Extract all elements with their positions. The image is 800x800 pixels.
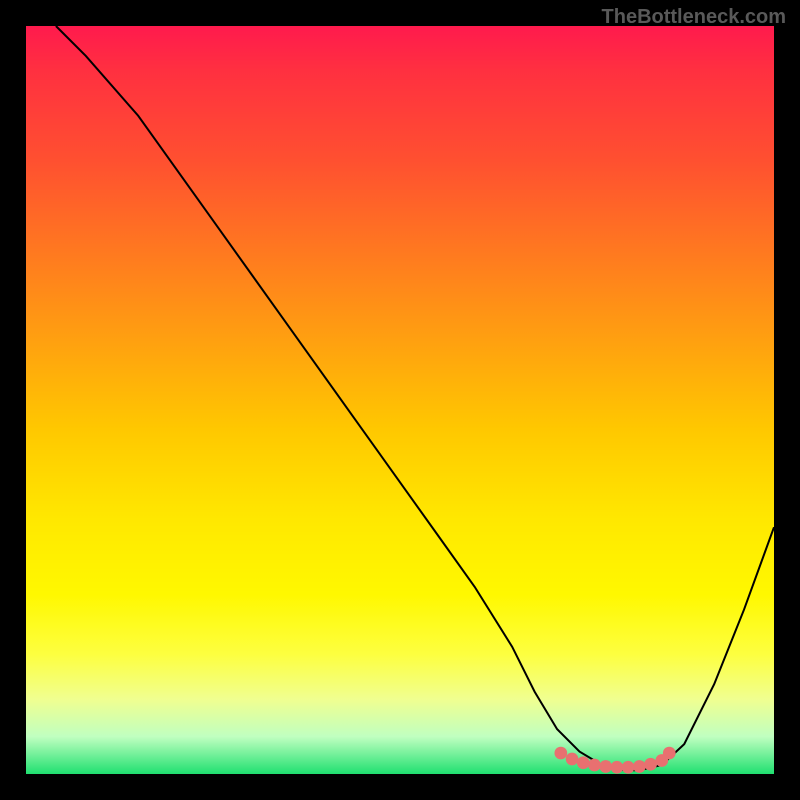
highlight-dot (577, 756, 590, 769)
highlight-dot (554, 747, 567, 760)
curve-line (56, 26, 774, 770)
plot-area (26, 26, 774, 774)
highlight-dot (622, 761, 635, 774)
highlight-dot (663, 747, 676, 760)
highlight-dot (633, 760, 646, 773)
highlight-markers (554, 747, 675, 774)
chart-svg (26, 26, 774, 774)
highlight-dot (611, 761, 624, 774)
highlight-dot (644, 758, 657, 771)
watermark-text: TheBottleneck.com (602, 6, 786, 29)
highlight-dot (566, 753, 579, 766)
highlight-dot (599, 760, 612, 773)
highlight-dot (588, 759, 601, 772)
